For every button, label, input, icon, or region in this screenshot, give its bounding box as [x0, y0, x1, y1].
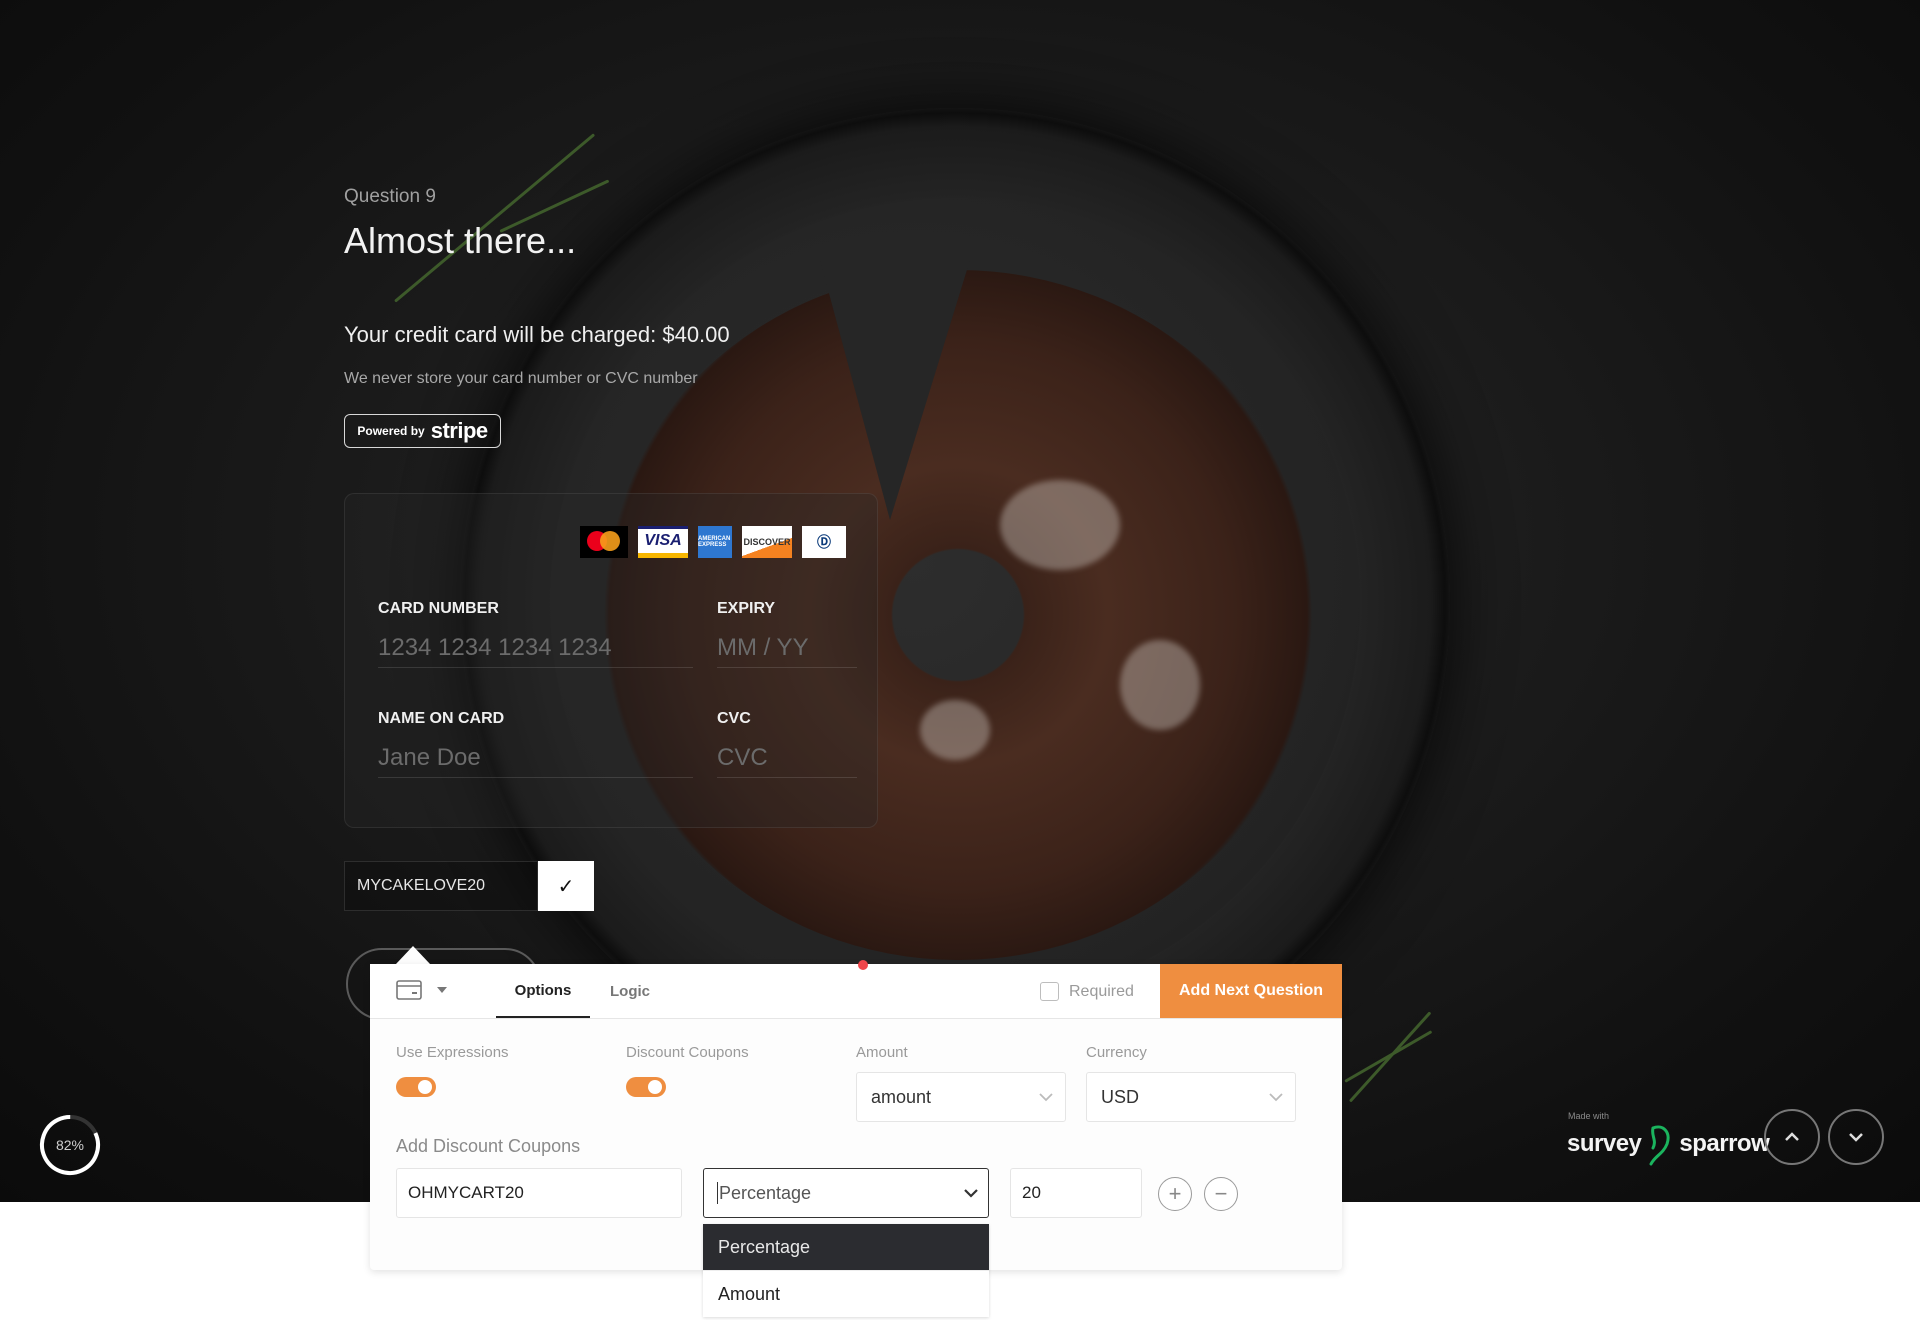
chevron-down-icon: [1269, 1092, 1283, 1101]
logo-left-text: survey: [1567, 1130, 1642, 1157]
stripe-logo: stripe: [430, 418, 488, 443]
discount-code-input[interactable]: OHMYCART20: [396, 1168, 682, 1218]
chevron-down-icon: [964, 1188, 978, 1198]
card-number-underline: [378, 667, 693, 668]
card-brands: VISA AMERICAN EXPRESS DISCOVER Ⓓ: [580, 526, 846, 558]
notification-dot: [858, 960, 868, 970]
visa-icon: VISA: [638, 526, 688, 558]
minus-icon: −: [1214, 1181, 1228, 1206]
next-question-button[interactable]: [1828, 1109, 1884, 1165]
tab-logic-label: Logic: [610, 982, 650, 1000]
discount-value-input[interactable]: 20: [1010, 1168, 1142, 1218]
card-number-input[interactable]: 1234 1234 1234 1234: [378, 634, 612, 662]
surveysparrow-logo[interactable]: survey sparrow: [1567, 1122, 1770, 1166]
mastercard-icon: [580, 526, 628, 558]
discount-type-value: Percentage: [719, 1182, 812, 1203]
powered-by-stripe-badge[interactable]: Powered by stripe: [344, 414, 501, 448]
caret-down-icon: [437, 987, 447, 993]
sugar-dust: [1000, 480, 1120, 570]
amount-select[interactable]: amount: [856, 1072, 1066, 1122]
discover-icon: DISCOVER: [742, 526, 792, 558]
charge-amount-text: Your credit card will be charged: $40.00: [344, 322, 730, 347]
cake-slice-gap: [820, 260, 970, 520]
chevron-up-icon: [1785, 1132, 1799, 1141]
add-coupon-button[interactable]: +: [1158, 1177, 1192, 1211]
panel-pointer: [396, 946, 430, 964]
question-title: Almost there...: [344, 220, 577, 261]
rosemary-sprig: [1344, 1030, 1433, 1083]
tab-logic[interactable]: Logic: [590, 960, 868, 1018]
previous-question-button[interactable]: [1764, 1109, 1820, 1165]
checkbox-box[interactable]: [1040, 982, 1059, 1001]
sugar-dust: [1120, 640, 1200, 730]
card-number-label: CARD NUMBER: [378, 600, 499, 617]
remove-coupon-button[interactable]: −: [1204, 1177, 1238, 1211]
powered-by-label: Powered by: [357, 424, 425, 438]
discount-type-dropdown: Percentage Amount: [703, 1224, 989, 1317]
plus-icon: +: [1168, 1181, 1182, 1206]
discount-type-select[interactable]: Percentage: [703, 1168, 989, 1218]
diners-club-icon: Ⓓ: [802, 526, 846, 558]
amount-label: Amount: [856, 1044, 908, 1061]
rosemary-sprig: [394, 133, 596, 303]
made-with-label: Made with: [1568, 1111, 1610, 1121]
required-checkbox[interactable]: Required: [1040, 982, 1134, 1001]
currency-value: USD: [1101, 1086, 1140, 1107]
security-note: We never store your card number or CVC n…: [344, 370, 698, 387]
discount-coupons-label: Discount Coupons: [626, 1044, 749, 1061]
cvc-underline: [717, 777, 857, 778]
required-label: Required: [1069, 982, 1134, 1000]
chevron-down-icon: [1039, 1092, 1053, 1101]
discount-coupons-toggle[interactable]: [626, 1077, 666, 1097]
currency-label: Currency: [1086, 1044, 1147, 1061]
dropdown-option-amount[interactable]: Amount: [703, 1270, 989, 1317]
cvc-input[interactable]: CVC: [717, 744, 768, 772]
cvc-label: CVC: [717, 710, 751, 727]
expiry-underline: [717, 667, 857, 668]
question-type-selector[interactable]: [396, 980, 448, 1000]
name-on-card-label: NAME ON CARD: [378, 710, 505, 727]
name-underline: [378, 777, 693, 778]
progress-percent: 82%: [55, 1137, 85, 1153]
use-expressions-label: Use Expressions: [396, 1044, 509, 1061]
use-expressions-toggle[interactable]: [396, 1077, 436, 1097]
name-on-card-input[interactable]: Jane Doe: [378, 744, 481, 772]
tab-options[interactable]: Options: [496, 964, 590, 1018]
credit-card-icon: [396, 980, 422, 1000]
logo-right-text: sparrow: [1679, 1130, 1770, 1157]
amount-value: amount: [871, 1086, 932, 1107]
sparrow-bird-icon: [1649, 1125, 1670, 1166]
coupon-code-input[interactable]: MYCAKELOVE20: [344, 861, 538, 911]
expiry-label: EXPIRY: [717, 600, 776, 617]
amex-icon: AMERICAN EXPRESS: [698, 526, 732, 558]
add-discount-coupons-label: Add Discount Coupons: [396, 1136, 581, 1156]
sugar-dust: [920, 700, 990, 760]
apply-coupon-button[interactable]: ✓: [538, 861, 594, 911]
expiry-input[interactable]: MM / YY: [717, 634, 809, 662]
dropdown-option-percentage[interactable]: Percentage: [703, 1224, 989, 1270]
check-icon: ✓: [557, 875, 575, 898]
chevron-down-icon: [1849, 1133, 1863, 1142]
add-next-question-button[interactable]: Add Next Question: [1160, 964, 1342, 1018]
editor-header: Options Logic Required Add Next Question: [370, 960, 1342, 1019]
text-cursor: [717, 1182, 718, 1204]
currency-select[interactable]: USD: [1086, 1072, 1296, 1122]
question-number: Question 9: [344, 186, 436, 207]
